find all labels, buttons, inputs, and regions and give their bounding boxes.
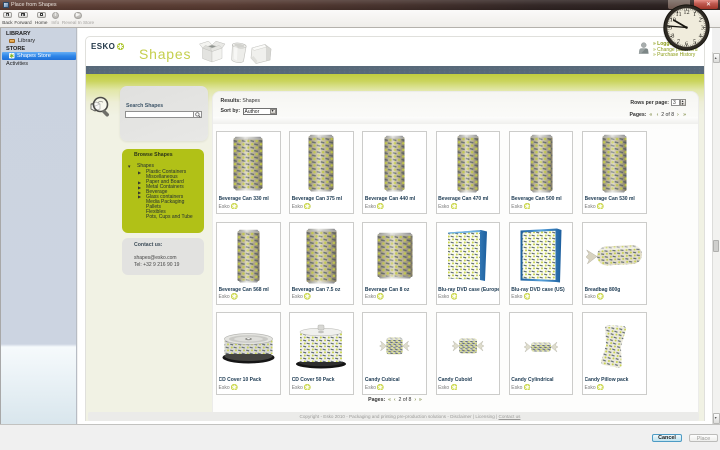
svg-text:11: 11: [676, 10, 682, 17]
svg-text:5: 5: [693, 38, 696, 45]
svg-text:12: 12: [683, 8, 689, 15]
svg-text:1: 1: [693, 10, 696, 17]
svg-text:8: 8: [671, 32, 674, 39]
svg-text:6: 6: [685, 40, 688, 47]
svg-text:2: 2: [699, 16, 702, 23]
svg-text:3: 3: [701, 24, 704, 31]
svg-text:7: 7: [677, 38, 680, 45]
